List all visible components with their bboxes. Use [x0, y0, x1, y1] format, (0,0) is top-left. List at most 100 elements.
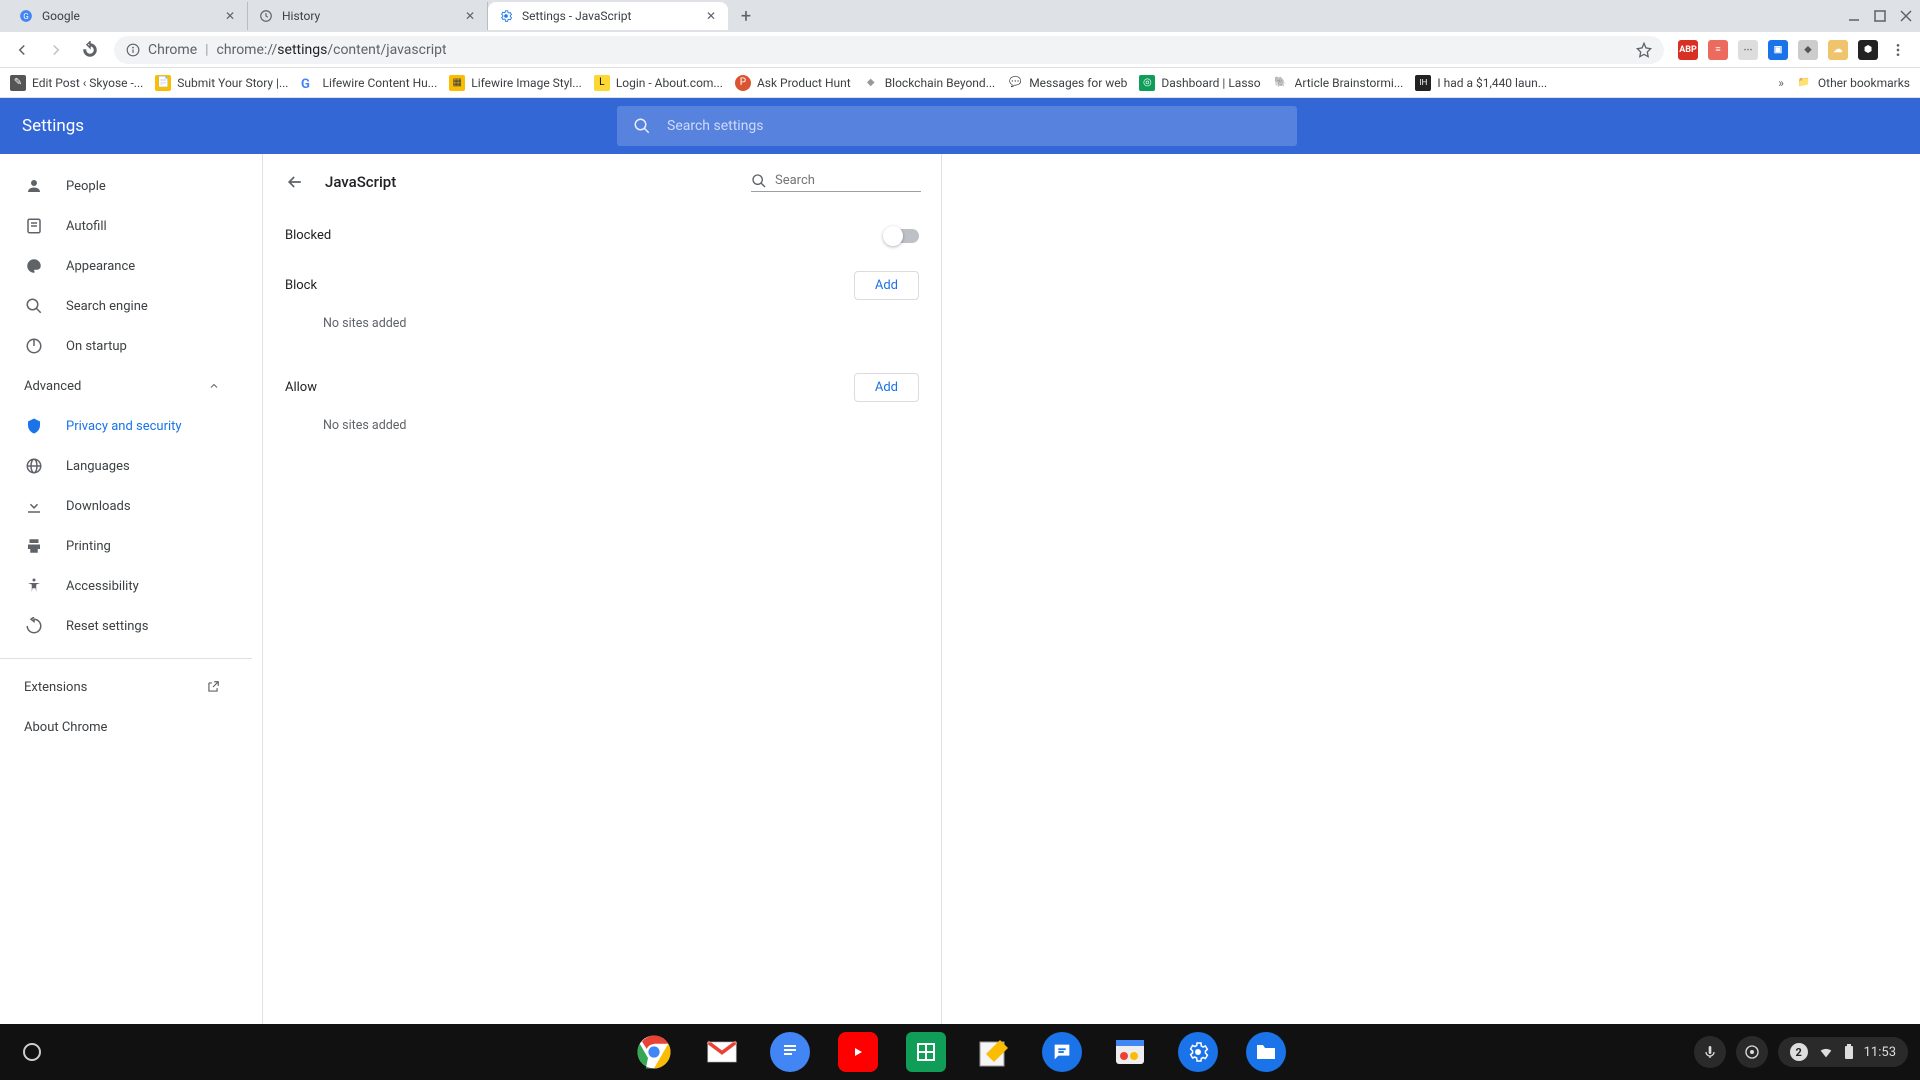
search-settings-input[interactable] — [667, 118, 1281, 134]
search-settings-box[interactable] — [617, 106, 1297, 146]
allow-label: Allow — [285, 380, 317, 395]
messages-app-icon[interactable] — [1042, 1032, 1082, 1072]
close-icon[interactable]: ✕ — [463, 9, 477, 23]
sidebar-item-search-engine[interactable]: Search engine — [0, 286, 256, 326]
tab-title: Settings - JavaScript — [522, 9, 704, 23]
bookmark-item[interactable]: 🐘Article Brainstormi... — [1273, 75, 1404, 91]
sidebar-item-label: On startup — [66, 339, 127, 354]
extension-icon[interactable]: ⋯ — [1738, 40, 1758, 60]
sidebar-item-on-startup[interactable]: On startup — [0, 326, 256, 366]
url-prefix: Chrome — [148, 42, 197, 58]
maximize-icon[interactable] — [1874, 10, 1886, 22]
tab-history[interactable]: History ✕ — [248, 2, 488, 30]
back-arrow-button[interactable] — [283, 170, 307, 194]
mic-icon[interactable] — [1694, 1036, 1726, 1068]
new-tab-button[interactable]: + — [732, 2, 760, 30]
todoist-extension-icon[interactable]: ≡ — [1708, 40, 1728, 60]
back-button[interactable] — [12, 40, 32, 60]
tab-title: History — [282, 9, 463, 23]
close-icon[interactable]: ✕ — [704, 9, 718, 23]
extension-icon[interactable]: ☁ — [1828, 40, 1848, 60]
sidebar-item-downloads[interactable]: Downloads — [0, 486, 256, 526]
advanced-label: Advanced — [24, 379, 81, 394]
star-icon[interactable] — [1636, 42, 1652, 58]
gmail-app-icon[interactable] — [702, 1032, 742, 1072]
sheets-app-icon[interactable] — [906, 1032, 946, 1072]
bookmark-item[interactable]: 💬Messages for web — [1007, 75, 1127, 91]
menu-icon[interactable] — [1888, 40, 1908, 60]
tab-google[interactable]: G Google ✕ — [8, 2, 248, 30]
bookmark-item[interactable]: LLogin - About.com... — [594, 75, 723, 91]
sidebar-item-reset-settings[interactable]: Reset settings — [0, 606, 256, 646]
text-app-icon[interactable] — [974, 1032, 1014, 1072]
svg-text:G: G — [301, 77, 310, 90]
bookmark-item[interactable]: ▦Lifewire Image Styl... — [449, 75, 582, 91]
bookmarks-overflow-icon[interactable]: » — [1778, 76, 1784, 90]
minimize-icon[interactable] — [1848, 10, 1860, 22]
accessibility-icon — [24, 576, 44, 596]
sidebar-item-accessibility[interactable]: Accessibility — [0, 566, 256, 606]
content-header: JavaScript — [263, 154, 941, 210]
add-block-button[interactable]: Add — [854, 271, 919, 300]
print-icon — [24, 536, 44, 556]
launcher-button[interactable] — [12, 1032, 52, 1072]
sidebar-item-label: Languages — [66, 459, 130, 474]
person-icon — [24, 176, 44, 196]
power-icon — [24, 336, 44, 356]
sidebar-item-label: Printing — [66, 539, 111, 554]
docs-app-icon[interactable] — [770, 1032, 810, 1072]
site-info-icon[interactable] — [126, 43, 140, 57]
allow-section-header: Allow Add — [263, 363, 941, 408]
extensions-label: Extensions — [24, 680, 87, 695]
youtube-app-icon[interactable] — [838, 1032, 878, 1072]
bookmark-item[interactable]: 📄Submit Your Story |... — [155, 75, 288, 91]
sidebar-item-printing[interactable]: Printing — [0, 526, 256, 566]
sidebar-divider — [0, 658, 252, 659]
extension-icon[interactable]: ⬢ — [1858, 40, 1878, 60]
open-external-icon — [206, 680, 220, 694]
battery-icon — [1844, 1044, 1854, 1060]
tab-settings-javascript[interactable]: Settings - JavaScript ✕ — [488, 2, 728, 30]
blocked-toggle[interactable] — [885, 229, 919, 243]
bookmarks-bar: ✎Edit Post ‹ Skyose -... 📄Submit Your St… — [0, 68, 1920, 98]
extension-icon[interactable]: ▣ — [1768, 40, 1788, 60]
sidebar-item-label: Accessibility — [66, 579, 139, 594]
bookmark-item[interactable]: GLifewire Content Hu... — [300, 75, 437, 91]
app-icon[interactable] — [1110, 1032, 1150, 1072]
bookmark-item[interactable]: ◆Blockchain Beyond... — [863, 75, 996, 91]
files-app-icon[interactable] — [1246, 1032, 1286, 1072]
sidebar-item-privacy-security[interactable]: Privacy and security — [0, 406, 256, 446]
sidebar-item-appearance[interactable]: Appearance — [0, 246, 256, 286]
inline-search-box[interactable] — [751, 173, 921, 192]
sidebar-item-autofill[interactable]: Autofill — [0, 206, 256, 246]
notification-badge: 2 — [1790, 1043, 1808, 1061]
download-icon — [24, 496, 44, 516]
reload-button[interactable] — [80, 40, 100, 60]
abp-extension-icon[interactable]: ABP — [1678, 40, 1698, 60]
extension-icon[interactable]: ◆ — [1798, 40, 1818, 60]
status-area[interactable]: 2 11:53 — [1778, 1037, 1908, 1067]
bookmark-item[interactable]: ✎Edit Post ‹ Skyose -... — [10, 75, 143, 91]
forward-button[interactable] — [46, 40, 66, 60]
window-close-icon[interactable] — [1900, 10, 1912, 22]
about-label: About Chrome — [24, 720, 107, 735]
bookmark-item[interactable]: IHI had a $1,440 laun... — [1415, 75, 1547, 91]
sidebar-item-about-chrome[interactable]: About Chrome — [0, 707, 256, 747]
sidebar-item-extensions[interactable]: Extensions — [0, 667, 256, 707]
tray-icon[interactable] — [1736, 1036, 1768, 1068]
bookmark-item[interactable]: PAsk Product Hunt — [735, 75, 851, 91]
add-allow-button[interactable]: Add — [854, 373, 919, 402]
inline-search-input[interactable] — [775, 173, 941, 188]
sidebar-item-languages[interactable]: Languages — [0, 446, 256, 486]
sidebar-advanced-toggle[interactable]: Advanced — [0, 366, 256, 406]
system-tray: 2 11:53 — [1694, 1036, 1908, 1068]
extension-icons: ABP ≡ ⋯ ▣ ◆ ☁ ⬢ — [1678, 40, 1908, 60]
sidebar-item-label: Downloads — [66, 499, 131, 514]
omnibox[interactable]: Chrome | chrome://settings/content/javas… — [114, 36, 1664, 64]
other-bookmarks-button[interactable]: 📁Other bookmarks — [1796, 75, 1910, 91]
settings-app-icon[interactable] — [1178, 1032, 1218, 1072]
bookmark-item[interactable]: ◎Dashboard | Lasso — [1139, 75, 1260, 91]
chrome-app-icon[interactable] — [634, 1032, 674, 1072]
close-icon[interactable]: ✕ — [223, 9, 237, 23]
sidebar-item-people[interactable]: People — [0, 166, 256, 206]
